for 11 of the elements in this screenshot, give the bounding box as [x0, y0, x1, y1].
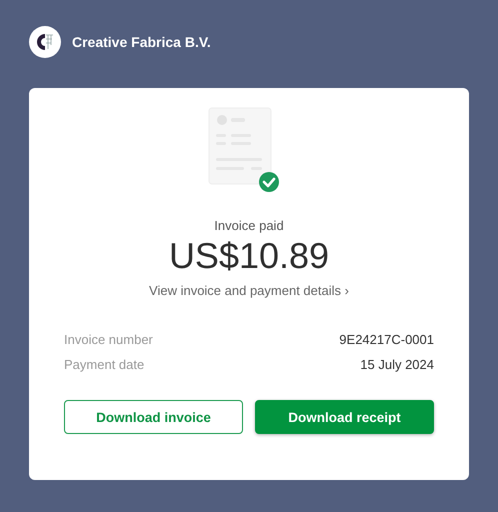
details-link[interactable]: View invoice and payment details › — [149, 283, 349, 298]
download-button[interactable]: Download invoice — [64, 400, 243, 434]
payment-status: Invoice paid — [214, 218, 284, 233]
company-logo — [29, 26, 61, 58]
field-value: 15 July 2024 — [360, 357, 434, 372]
field-value: 9E24217C-0001 — [339, 332, 434, 347]
download-button[interactable]: Download receipt — [255, 400, 434, 434]
field-label: Payment date — [64, 357, 144, 372]
field-label: Invoice number — [64, 332, 153, 347]
company-name: Creative Fabrica B.V. — [72, 34, 211, 50]
invoice-amount: US$10.89 — [168, 235, 330, 277]
